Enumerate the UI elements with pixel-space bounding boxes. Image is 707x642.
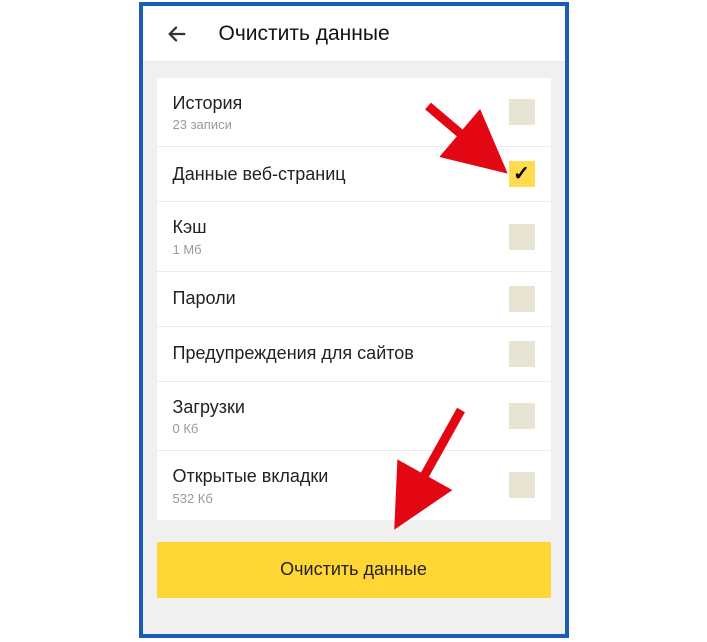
- list-item-tabs[interactable]: Открытые вкладки 532 Кб: [157, 451, 551, 519]
- back-button[interactable]: [159, 16, 195, 52]
- item-label: Предупреждения для сайтов: [173, 342, 414, 365]
- header: Очистить данные: [143, 6, 565, 62]
- item-text: Кэш 1 Мб: [173, 216, 207, 256]
- item-sub: 23 записи: [173, 117, 243, 132]
- clear-data-button[interactable]: Очистить данные: [157, 542, 551, 598]
- checkbox-tabs[interactable]: [509, 472, 535, 498]
- item-label: Открытые вкладки: [173, 465, 329, 488]
- list-item-cache[interactable]: Кэш 1 Мб: [157, 202, 551, 271]
- item-label: Данные веб-страниц: [173, 163, 346, 186]
- item-text: Данные веб-страниц: [173, 163, 346, 186]
- item-text: Открытые вкладки 532 Кб: [173, 465, 329, 505]
- list-item-warnings[interactable]: Предупреждения для сайтов: [157, 327, 551, 382]
- back-arrow-icon: [166, 23, 188, 45]
- list-item-history[interactable]: История 23 записи: [157, 78, 551, 147]
- checkbox-passwords[interactable]: [509, 286, 535, 312]
- item-sub: 0 Кб: [173, 421, 245, 436]
- app-frame: Очистить данные История 23 записи Данные…: [139, 2, 569, 638]
- action-label: Очистить данные: [280, 559, 427, 580]
- checkbox-webdata[interactable]: ✓: [509, 161, 535, 187]
- item-label: История: [173, 92, 243, 115]
- item-sub: 1 Мб: [173, 242, 207, 257]
- item-label: Загрузки: [173, 396, 245, 419]
- checkbox-downloads[interactable]: [509, 403, 535, 429]
- item-label: Пароли: [173, 287, 236, 310]
- checkbox-warnings[interactable]: [509, 341, 535, 367]
- item-label: Кэш: [173, 216, 207, 239]
- item-sub: 532 Кб: [173, 491, 329, 506]
- options-list: История 23 записи Данные веб-страниц ✓ К…: [157, 78, 551, 520]
- page-title: Очистить данные: [219, 22, 390, 46]
- content: История 23 записи Данные веб-страниц ✓ К…: [143, 62, 565, 634]
- item-text: Предупреждения для сайтов: [173, 342, 414, 365]
- item-text: История 23 записи: [173, 92, 243, 132]
- item-text: Загрузки 0 Кб: [173, 396, 245, 436]
- checkbox-history[interactable]: [509, 99, 535, 125]
- item-text: Пароли: [173, 287, 236, 310]
- list-item-webdata[interactable]: Данные веб-страниц ✓: [157, 147, 551, 202]
- checkbox-cache[interactable]: [509, 224, 535, 250]
- list-item-passwords[interactable]: Пароли: [157, 272, 551, 327]
- check-icon: ✓: [513, 164, 530, 184]
- list-item-downloads[interactable]: Загрузки 0 Кб: [157, 382, 551, 451]
